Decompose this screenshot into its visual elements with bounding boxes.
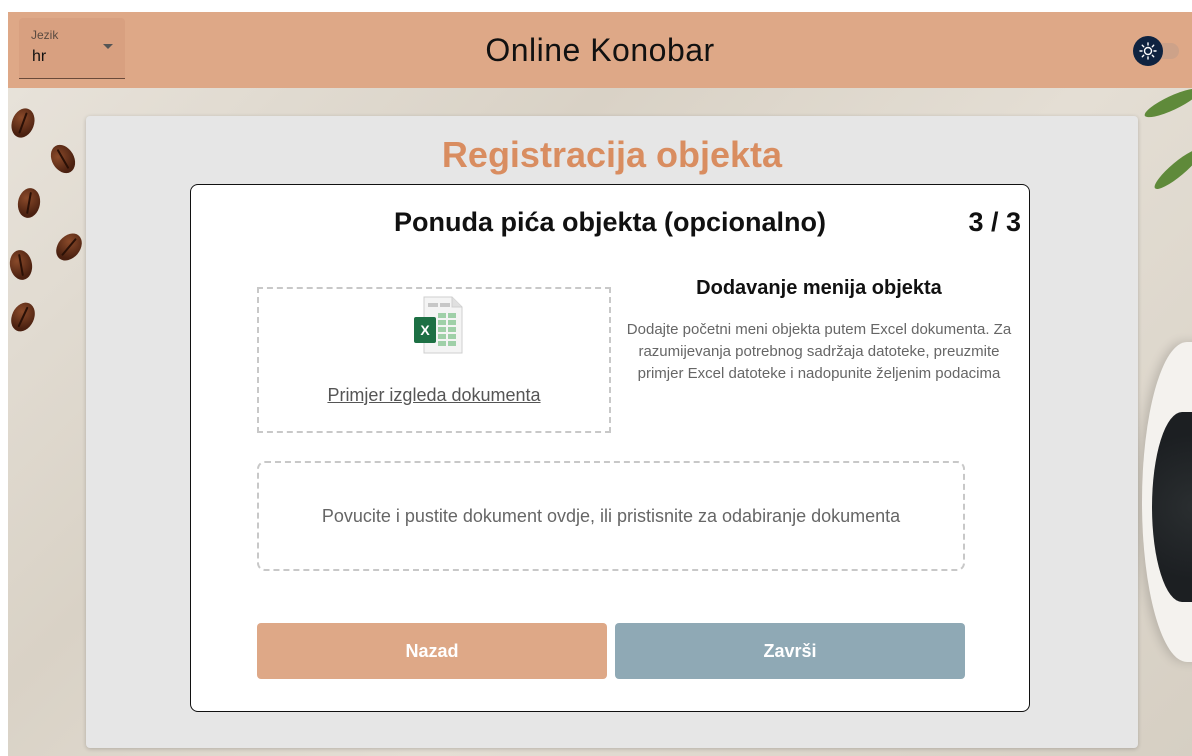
coffee-bean-decoration: [50, 228, 88, 266]
coffee-bean-decoration: [15, 186, 43, 220]
example-document-link[interactable]: Primjer izgleda dokumenta: [259, 385, 609, 406]
file-dropzone[interactable]: Povucite i pustite dokument ovdje, ili p…: [257, 461, 965, 571]
step-title: Ponuda pića objekta (opcionalno): [393, 207, 827, 237]
back-button[interactable]: Nazad: [257, 623, 607, 679]
coffee-bean-decoration: [45, 140, 81, 178]
excel-icon: X: [414, 296, 463, 354]
registration-card: Registracija objekta Ponuda pića objekta…: [86, 116, 1138, 748]
sun-icon: [1133, 36, 1163, 66]
language-select[interactable]: Jezik hr: [19, 18, 125, 79]
step-panel: Ponuda pića objekta (opcionalno) 3 / 3 X…: [190, 184, 1030, 712]
app-header: Jezik hr Online Konobar: [8, 12, 1192, 88]
finish-button[interactable]: Završi: [615, 623, 965, 679]
info-text: Dodajte početni meni objekta putem Excel…: [626, 321, 1012, 382]
leaf-decoration: [1150, 144, 1192, 194]
theme-toggle[interactable]: [1133, 36, 1185, 66]
dropzone-text: Povucite i pustite dokument ovdje, ili p…: [321, 505, 901, 526]
page-background: Jezik hr Online Konobar Registracija obj…: [8, 12, 1192, 756]
language-value: hr: [32, 48, 47, 65]
page-title: Registracija objekta: [441, 134, 783, 175]
leaf-decoration: [1141, 83, 1192, 123]
app-title: Online Konobar: [485, 31, 715, 68]
step-counter: 3 / 3: [968, 207, 1021, 237]
language-label: Jezik: [31, 28, 59, 42]
svg-text:X: X: [420, 322, 430, 338]
chevron-down-icon: [103, 44, 113, 49]
example-document-box: X Primjer izgleda dokumenta: [257, 287, 611, 433]
coffee-bean-decoration: [8, 105, 39, 141]
info-heading: Dodavanje menija objekta: [696, 277, 942, 299]
coffee-bean-decoration: [8, 298, 40, 336]
coffee-bean-decoration: [8, 248, 35, 282]
